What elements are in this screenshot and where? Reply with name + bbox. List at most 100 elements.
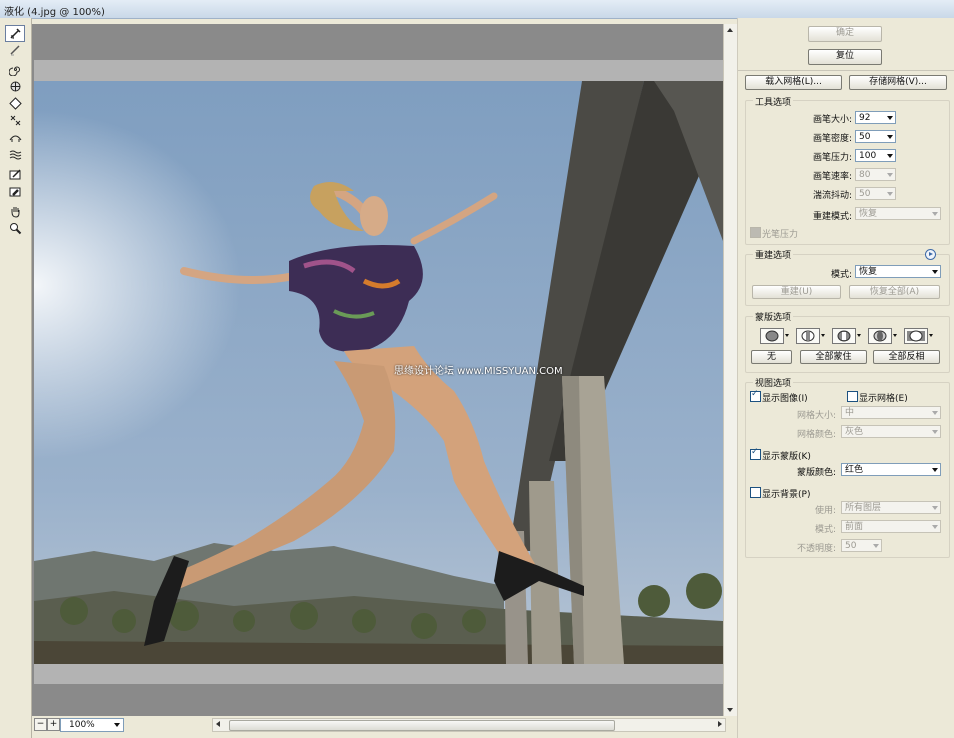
freeze-mask-tool[interactable]	[6, 167, 24, 182]
show-mesh-label: 显示网格(E)	[859, 394, 908, 404]
reconstruct-mode2-value: 恢复	[859, 267, 878, 277]
pucker-icon	[10, 81, 20, 92]
brush-rate-label: 画笔速率:	[812, 172, 852, 182]
brush-pressure-field[interactable]: 100	[855, 149, 896, 162]
horizontal-scrollbar[interactable]	[212, 718, 726, 732]
mask-add-icon[interactable]	[796, 328, 820, 344]
mirror-tool[interactable]	[6, 130, 24, 145]
reset-button[interactable]: 复位	[808, 49, 882, 65]
mask-color-label: 蒙版颜色:	[796, 468, 836, 478]
scroll-down-icon[interactable]	[727, 708, 733, 712]
zoom-icon	[9, 223, 21, 235]
mask-color-select[interactable]: 红色	[841, 463, 941, 476]
backdrop-opacity-field[interactable]: 50	[841, 539, 882, 552]
chevron-down-icon	[887, 154, 893, 158]
mask-none-button[interactable]: 无	[751, 350, 792, 364]
chevron-down-icon	[114, 723, 120, 727]
chevron-down-icon	[887, 135, 893, 139]
brush-rate-value: 80	[859, 170, 871, 180]
mask-subtract-icon[interactable]	[832, 328, 856, 344]
chevron-down-icon	[932, 468, 938, 472]
stylus-pressure-checkbox[interactable]	[750, 227, 761, 238]
bloat-tool[interactable]	[6, 96, 24, 111]
chevron-down-icon	[932, 525, 938, 529]
vertical-scrollbar[interactable]	[723, 24, 737, 716]
backdrop-mode-label: 模式:	[814, 525, 836, 535]
mesh-size-select[interactable]: 中	[841, 406, 941, 419]
twirl-tool[interactable]	[6, 62, 24, 77]
chevron-down-icon	[932, 270, 938, 274]
backdrop-use-select[interactable]: 所有图层	[841, 501, 941, 514]
thaw-mask-tool[interactable]	[6, 184, 24, 199]
mesh-size-label: 网格大小:	[796, 411, 836, 421]
turbulent-jitter-field[interactable]: 50	[855, 187, 896, 200]
turbulent-jitter-label: 湍流抖动:	[812, 191, 852, 201]
backdrop-mode-select[interactable]: 前面	[841, 520, 941, 533]
brush-size-field[interactable]: 92	[855, 111, 896, 124]
bottom-bar: − + 100%	[32, 716, 736, 738]
scroll-right-icon[interactable]	[718, 721, 722, 727]
watermark-text: 思缘设计论坛 www.MISSYUAN.COM	[394, 366, 563, 377]
title-bar: 液化 (4.jpg @ 100%)	[0, 0, 954, 19]
mask-invert-icon[interactable]	[904, 328, 928, 344]
mesh-color-select[interactable]: 灰色	[841, 425, 941, 438]
brush-density-label: 画笔密度:	[812, 134, 852, 144]
chevron-down-icon	[932, 212, 938, 216]
chevron-down-icon	[821, 334, 825, 337]
show-backdrop-checkbox[interactable]	[750, 487, 761, 498]
reconstruct-tool[interactable]	[6, 42, 24, 57]
warp-tool[interactable]	[5, 25, 25, 42]
zoom-out-icon[interactable]: −	[34, 718, 47, 731]
chevron-down-icon	[887, 116, 893, 120]
pucker-tool[interactable]	[6, 79, 24, 94]
invert-all-button[interactable]: 全部反相	[873, 350, 940, 364]
zoom-value: 100%	[69, 720, 95, 730]
show-mesh-checkbox[interactable]	[847, 391, 858, 402]
load-mesh-button[interactable]: 载入网格(L)...	[745, 75, 842, 90]
reconstruct-mode-select[interactable]: 恢复	[855, 207, 941, 220]
reconstruct-mode2-select[interactable]: 恢复	[855, 265, 941, 278]
ok-button[interactable]: 确定	[808, 26, 882, 42]
chevron-down-icon	[932, 506, 938, 510]
chevron-down-icon	[857, 334, 861, 337]
chevron-down-icon	[932, 411, 938, 415]
push-left-icon	[10, 115, 20, 126]
scroll-up-icon[interactable]	[727, 28, 733, 32]
zoom-tool[interactable]	[6, 221, 24, 236]
hand-tool[interactable]	[6, 204, 24, 219]
restore-all-button[interactable]: 恢复全部(A)	[849, 285, 940, 299]
stylus-pressure-label: 光笔压力	[762, 230, 799, 240]
brush-density-field[interactable]: 50	[855, 130, 896, 143]
backdrop-use-value: 所有图层	[845, 503, 882, 513]
chevron-down-icon	[887, 192, 893, 196]
brush-rate-field[interactable]: 80	[855, 168, 896, 181]
turbulence-icon	[9, 150, 21, 160]
reconstruct-mode-label: 重建模式:	[812, 212, 852, 222]
preview-image[interactable]: 思缘设计论坛 www.MISSYUAN.COM	[34, 81, 723, 664]
panel-menu-icon[interactable]	[925, 249, 936, 260]
save-mesh-button[interactable]: 存储网格(V)...	[849, 75, 947, 90]
mask-replace-icon[interactable]	[760, 328, 784, 344]
backdrop-use-label: 使用:	[814, 506, 836, 516]
show-image-checkbox[interactable]	[750, 389, 761, 402]
mask-intersect-icon[interactable]	[868, 328, 892, 344]
scroll-left-icon[interactable]	[216, 721, 220, 727]
brush-density-value: 50	[859, 132, 871, 142]
reconstruct-button[interactable]: 重建(U)	[752, 285, 841, 299]
scroll-thumb[interactable]	[229, 720, 615, 731]
push-left-tool[interactable]	[6, 113, 24, 128]
zoom-select[interactable]: 100%	[60, 718, 124, 732]
mask-options-title: 蒙版选项	[753, 310, 794, 323]
mesh-color-value: 灰色	[845, 427, 864, 437]
turbulence-tool[interactable]	[6, 147, 24, 162]
mask-all-button[interactable]: 全部蒙住	[800, 350, 867, 364]
twirl-icon	[8, 66, 20, 76]
reconstruct-icon	[9, 45, 20, 56]
brush-pressure-label: 画笔压力:	[812, 153, 852, 163]
chevron-down-icon	[929, 334, 933, 337]
divider	[738, 70, 954, 71]
chevron-down-icon	[932, 430, 938, 434]
brush-pressure-value: 100	[859, 151, 877, 161]
zoom-in-icon[interactable]: +	[47, 718, 60, 731]
show-mask-checkbox[interactable]	[750, 447, 761, 460]
